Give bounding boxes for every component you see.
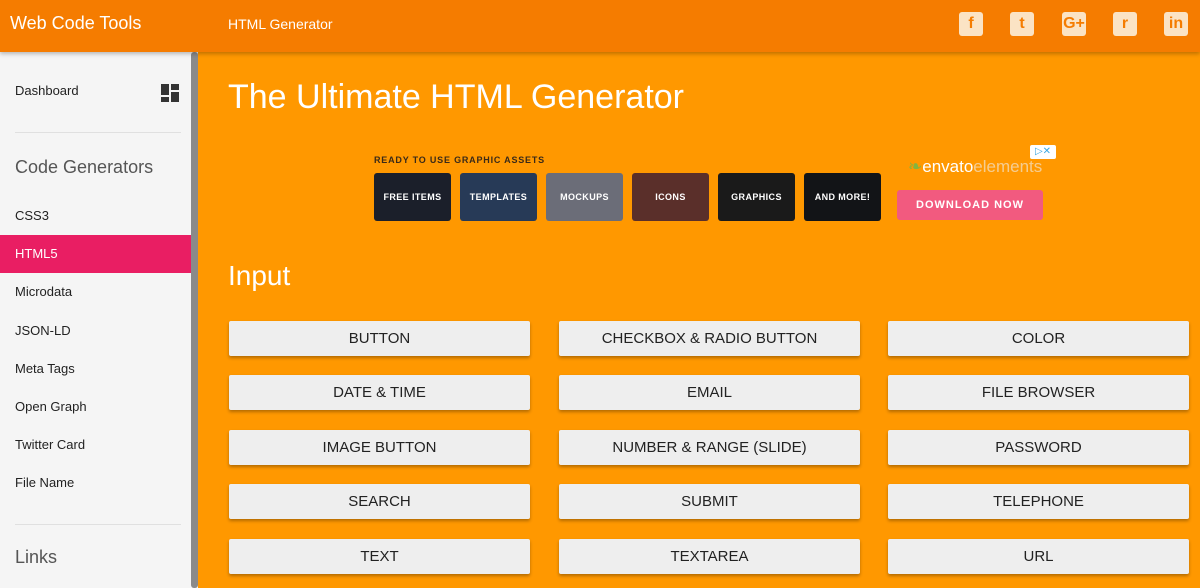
page-title: The Ultimate HTML Generator	[228, 78, 684, 116]
checkbox-radio-button-button[interactable]: CHECKBOX & RADIO BUTTON	[559, 321, 860, 356]
telephone-button[interactable]: TELEPHONE	[888, 484, 1189, 520]
button-button[interactable]: BUTTON	[229, 321, 530, 356]
text-button[interactable]: TEXT	[229, 538, 530, 574]
sidebar-item-open-graph[interactable]: Open Graph	[0, 388, 191, 426]
image-button-button[interactable]: IMAGE BUTTON	[229, 429, 530, 465]
ad-tile[interactable]: GRAPHICS	[718, 173, 795, 221]
dashboard-icon	[161, 84, 179, 102]
sidebar-item-label: File Name	[15, 475, 75, 491]
top-bar: Web Code Tools HTML Generator f t G+ r in	[0, 0, 1200, 52]
brand-logo[interactable]: Web Code Tools	[10, 13, 141, 34]
ad-banner[interactable]: READY TO USE GRAPHIC ASSETS FREE ITEMS TE…	[370, 145, 1060, 225]
ad-brand-name: envato	[922, 157, 974, 176]
date-time-button[interactable]: DATE & TIME	[229, 375, 530, 411]
ad-tile[interactable]: MOCKUPS	[546, 173, 623, 221]
sidebar-item-meta-tags[interactable]: Meta Tags	[0, 350, 191, 388]
reddit-icon[interactable]: r	[1113, 12, 1137, 36]
sidebar-heading-links: Links	[15, 547, 58, 567]
sidebar-item-css3[interactable]: CSS3	[0, 197, 191, 235]
page-breadcrumb[interactable]: HTML Generator	[228, 16, 333, 32]
twitter-icon[interactable]: t	[1010, 12, 1034, 36]
download-now-button[interactable]: DOWNLOAD NOW	[897, 190, 1043, 220]
adchoices-icon[interactable]: ▷✕	[1030, 145, 1056, 159]
ad-tile[interactable]: AND MORE!	[804, 173, 881, 221]
password-button[interactable]: PASSWORD	[888, 429, 1189, 465]
search-button[interactable]: SEARCH	[229, 484, 530, 520]
sidebar-item-label: Twitter Card	[15, 437, 86, 453]
leaf-icon: ❧	[908, 157, 923, 176]
ad-brand-suffix: elements	[973, 157, 1043, 176]
sidebar-divider	[15, 524, 181, 525]
envato-logo: ❧envatoelements	[908, 157, 1042, 177]
sidebar-divider	[15, 132, 181, 133]
sidebar-scrollbar[interactable]	[191, 52, 198, 588]
email-button[interactable]: EMAIL	[559, 375, 860, 411]
facebook-icon[interactable]: f	[959, 12, 983, 36]
sidebar-item-label: Open Graph	[15, 399, 87, 414]
section-title-input: Input	[228, 260, 291, 291]
url-button[interactable]: URL	[888, 538, 1189, 574]
ad-tile[interactable]: ICONS	[632, 173, 709, 221]
sidebar-item-twitter-card[interactable]: Twitter Card	[0, 426, 191, 464]
sidebar-item-html5[interactable]: HTML5	[0, 235, 191, 274]
color-button[interactable]: COLOR	[888, 321, 1189, 356]
sidebar-item-label: Microdata	[15, 284, 73, 300]
sidebar-item-label: Dashboard	[15, 83, 79, 98]
file-browser-button[interactable]: FILE BROWSER	[888, 375, 1189, 411]
sidebar-heading-code-generators: Code Generators	[15, 157, 154, 177]
linkedin-icon[interactable]: in	[1164, 12, 1188, 36]
sidebar: Dashboard Code Generators CSS3 HTML5 Micro…	[0, 52, 198, 588]
sidebar-item-microdata[interactable]: Microdata	[0, 273, 191, 311]
number-range-slide-button[interactable]: NUMBER & RANGE (SLIDE)	[559, 429, 860, 465]
textarea-button[interactable]: TEXTAREA	[559, 538, 860, 574]
ad-tile[interactable]: FREE ITEMS	[374, 173, 451, 221]
sidebar-item-label: JSON-LD	[15, 322, 71, 338]
sidebar-item-label: Meta Tags	[15, 360, 75, 376]
google-plus-icon[interactable]: G+	[1062, 12, 1086, 36]
submit-button[interactable]: SUBMIT	[559, 484, 860, 520]
sidebar-item-json-ld[interactable]: JSON-LD	[0, 312, 191, 350]
ad-caption: READY TO USE GRAPHIC ASSETS	[374, 155, 545, 165]
sidebar-item-label: CSS3	[15, 208, 49, 223]
sidebar-item-label: HTML5	[15, 246, 58, 262]
ad-tile[interactable]: TEMPLATES	[460, 173, 537, 221]
sidebar-item-file-name[interactable]: File Name	[0, 464, 191, 502]
